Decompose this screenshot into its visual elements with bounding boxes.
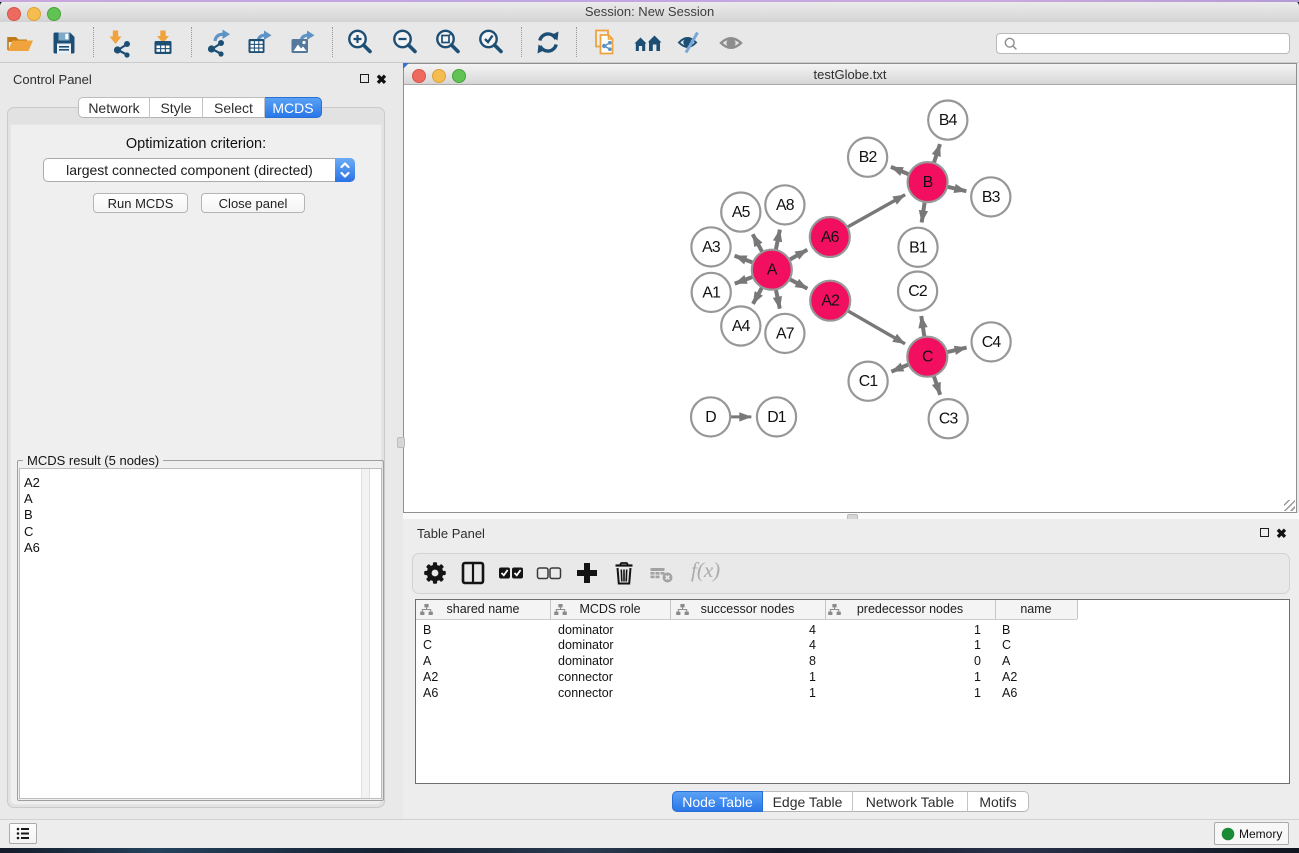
svg-text:A1: A1	[702, 284, 721, 301]
svg-text:B3: B3	[982, 189, 1001, 206]
svg-text:A4: A4	[732, 318, 751, 335]
svg-text:C4: C4	[982, 334, 1002, 351]
svg-text:A2: A2	[821, 293, 839, 310]
svg-text:B: B	[923, 174, 933, 191]
svg-text:C1: C1	[859, 373, 879, 390]
svg-text:D1: D1	[767, 409, 787, 426]
svg-text:C3: C3	[939, 411, 959, 428]
svg-text:A8: A8	[776, 197, 795, 214]
svg-text:C2: C2	[908, 283, 927, 300]
svg-text:A7: A7	[776, 325, 794, 342]
svg-text:B4: B4	[939, 112, 958, 129]
svg-text:A: A	[767, 262, 778, 279]
svg-text:B1: B1	[909, 239, 928, 256]
svg-text:C: C	[922, 349, 933, 366]
svg-text:B2: B2	[859, 149, 877, 166]
svg-text:A5: A5	[732, 204, 751, 221]
svg-text:D: D	[705, 409, 716, 426]
svg-text:A3: A3	[702, 239, 721, 256]
svg-text:A6: A6	[821, 229, 840, 246]
